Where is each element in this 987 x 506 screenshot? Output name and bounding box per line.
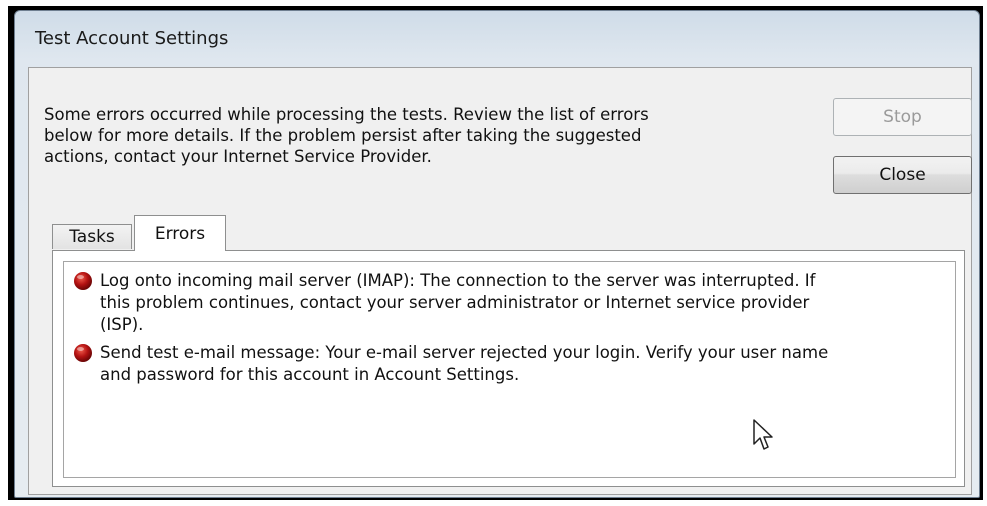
errors-tab-panel: Log onto incoming mail server (IMAP): Th… [52, 250, 965, 487]
error-icon [74, 344, 92, 362]
error-text-line: this problem continues, contact your ser… [100, 293, 810, 312]
error-text-line: (ISP). [100, 315, 144, 334]
status-message-line: actions, contact your Internet Service P… [44, 147, 432, 166]
test-account-settings-dialog: Test Account Settings Some errors occurr… [14, 10, 980, 498]
error-list[interactable]: Log onto incoming mail server (IMAP): Th… [63, 261, 956, 478]
error-text: Log onto incoming mail server (IMAP): Th… [100, 270, 816, 336]
close-button[interactable]: Close [833, 156, 972, 194]
mouse-pointer-icon [753, 419, 773, 450]
error-text: Send test e-mail message: Your e-mail se… [100, 342, 828, 386]
status-message: Some errors occurred while processing th… [44, 104, 764, 167]
error-text-line: and password for this account in Account… [100, 365, 520, 384]
title-bar[interactable]: Test Account Settings [15, 11, 979, 59]
status-message-line: below for more details. If the problem p… [44, 126, 642, 145]
list-item[interactable]: Send test e-mail message: Your e-mail se… [72, 342, 947, 386]
error-icon [74, 272, 92, 290]
error-text-line: Log onto incoming mail server (IMAP): Th… [100, 271, 816, 290]
stop-button[interactable]: Stop [833, 98, 972, 136]
dialog-title: Test Account Settings [35, 28, 229, 49]
tab-tasks[interactable]: Tasks [52, 224, 132, 249]
error-text-line: Send test e-mail message: Your e-mail se… [100, 343, 829, 362]
tab-errors[interactable]: Errors [134, 215, 226, 251]
dialog-content: Some errors occurred while processing th… [28, 67, 972, 495]
status-message-line: Some errors occurred while processing th… [44, 105, 649, 124]
list-item[interactable]: Log onto incoming mail server (IMAP): Th… [72, 270, 947, 336]
